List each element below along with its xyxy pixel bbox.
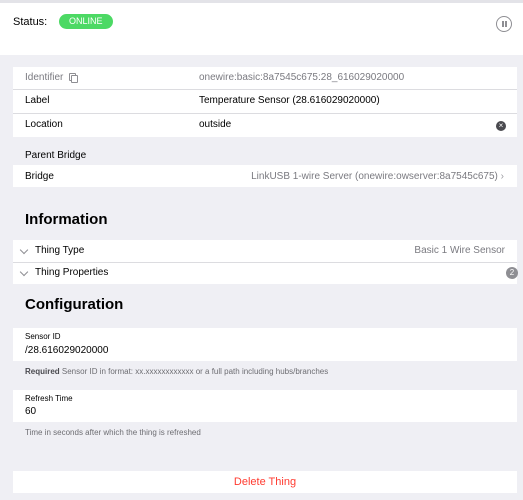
divider — [13, 262, 517, 263]
identifier-value: onewire:basic:8a7545c675:28_616029020000 — [199, 72, 405, 83]
refresh-time-label: Refresh Time — [25, 394, 73, 403]
copy-icon[interactable] — [69, 73, 79, 83]
chevron-down-icon — [19, 245, 29, 255]
sensor-id-field[interactable]: Sensor ID /28.616029020000 — [13, 328, 517, 361]
parent-bridge-title: Parent Bridge — [25, 150, 87, 161]
bridge-value[interactable]: LinkUSB 1-wire Server (onewire:owserver:… — [251, 171, 504, 182]
chevron-down-icon — [19, 267, 29, 277]
status-badge: ONLINE — [59, 14, 113, 29]
thing-properties-count: 2 — [506, 267, 518, 279]
refresh-time-help: Time in seconds after which the thing is… — [25, 428, 201, 437]
location-label: Location — [25, 119, 63, 130]
status-label: Status: — [13, 16, 48, 28]
identifier-label: Identifier — [25, 72, 79, 83]
thing-properties-label: Thing Properties — [35, 267, 109, 278]
label-label: Label — [25, 95, 50, 106]
sensor-id-label: Sensor ID — [25, 332, 61, 341]
information-title: Information — [25, 211, 108, 228]
configuration-title: Configuration — [25, 296, 124, 313]
chevron-right-icon: › — [500, 171, 504, 182]
clear-icon[interactable]: × — [496, 121, 506, 131]
thing-type-value: Basic 1 Wire Sensor — [414, 245, 505, 256]
thing-type-label: Thing Type — [35, 245, 85, 256]
sensor-id-input[interactable]: /28.616029020000 — [25, 345, 108, 356]
divider — [13, 113, 517, 114]
divider — [13, 89, 517, 90]
location-input[interactable]: outside — [199, 119, 231, 130]
sensor-id-help: Required Sensor ID in format: xx.xxxxxxx… — [25, 367, 329, 376]
bridge-row[interactable]: Bridge LinkUSB 1-wire Server (onewire:ow… — [13, 165, 517, 187]
refresh-time-input[interactable]: 60 — [25, 406, 36, 417]
refresh-time-field[interactable]: Refresh Time 60 — [13, 390, 517, 422]
bridge-label: Bridge — [25, 171, 54, 182]
pause-icon[interactable] — [496, 16, 512, 32]
details-card: Identifier onewire:basic:8a7545c675:28_6… — [13, 67, 517, 137]
delete-thing-button[interactable]: Delete Thing — [13, 471, 517, 493]
status-bar: Status: ONLINE — [0, 3, 523, 55]
information-card: Thing Type Basic 1 Wire Sensor Thing Pro… — [13, 240, 518, 284]
label-input[interactable]: Temperature Sensor (28.616029020000) — [199, 95, 380, 106]
